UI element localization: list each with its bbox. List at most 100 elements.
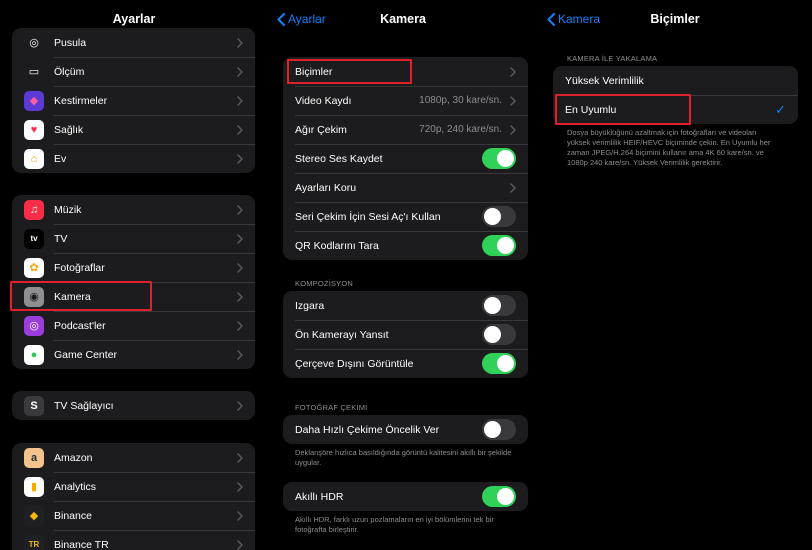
row-label: Ölçüm: [54, 65, 85, 78]
row-label: Binance TR: [54, 538, 109, 550]
binance-icon: ◆: [24, 505, 44, 526]
toggle-knob: [484, 421, 501, 438]
settings-item-olcum[interactable]: ▭ Ölçüm: [12, 57, 255, 86]
row-label: Pusula: [54, 36, 87, 49]
ruler-icon: ▭: [24, 61, 44, 82]
chevron-right-icon: [237, 510, 243, 521]
chevron-right-icon: [237, 204, 243, 215]
chevron-right-icon: [237, 320, 243, 331]
section-header-composition: KOMPOZİSYON: [295, 279, 354, 288]
settings-item-binance[interactable]: ◆ Binance: [12, 501, 255, 530]
row-label: Binance: [54, 509, 92, 522]
chevron-right-icon: [237, 400, 243, 411]
row-value: 1080p, 30 kare/sn.: [419, 95, 502, 106]
settings-item-ev[interactable]: ⌂ Ev: [12, 144, 255, 173]
tv-provider-icon: S: [24, 395, 44, 416]
settings-item-saglik[interactable]: ♥ Sağlık: [12, 115, 255, 144]
section-header-capture: KAMERA İLE YAKALAMA: [567, 54, 658, 63]
toggle-switch[interactable]: [482, 419, 516, 440]
row-label: QR Kodlarını Tara: [295, 239, 379, 252]
toggle-switch[interactable]: [482, 206, 516, 227]
camera-group-composition: Izgara Ön Kamerayı Yansıt Çerçeve Dışını G…: [283, 291, 528, 378]
toggle-switch[interactable]: [482, 295, 516, 316]
settings-pane: Ayarlar ◎ Pusula ▭ Ölçüm ◆ Kestirmeler ♥ Sağlık…: [0, 0, 268, 550]
settings-item-pusula[interactable]: ◎ Pusula: [12, 28, 255, 57]
camera-row-seri-cekim-icin-sesi-ac-i-kullan: Seri Çekim İçin Sesi Aç'ı Kullan: [283, 202, 528, 231]
row-label: Podcast'ler: [54, 319, 106, 332]
toggle-switch[interactable]: [482, 486, 516, 507]
camera-row-agir-cekim[interactable]: Ağır Çekim 720p, 240 kare/sn.: [283, 115, 528, 144]
toggle-switch[interactable]: [482, 235, 516, 256]
settings-group-utilities: ◎ Pusula ▭ Ölçüm ◆ Kestirmeler ♥ Sağlık ⌂ Ev: [12, 28, 255, 173]
settings-item-binance-tr[interactable]: TR Binance TR: [12, 530, 255, 550]
chevron-left-icon: [547, 12, 555, 26]
amazon-icon: a: [24, 447, 44, 468]
photos-icon: ✿: [24, 257, 44, 278]
toggle-knob: [497, 355, 514, 372]
toggle-switch[interactable]: [482, 353, 516, 374]
shortcuts-icon: ◆: [24, 90, 44, 111]
settings-item-analytics[interactable]: ▮ Analytics: [12, 472, 255, 501]
row-label: TV Sağlayıcı: [54, 399, 114, 412]
section-header-photo: FOTOĞRAF ÇEKİMİ: [295, 403, 368, 412]
kamera-highlight-box: [10, 281, 152, 311]
camera-group-photo: Daha Hızlı Çekime Öncelik Ver: [283, 415, 528, 444]
camera-row-izgara: Izgara: [283, 291, 528, 320]
settings-group-provider: S TV Sağlayıcı: [12, 391, 255, 420]
home-icon: ⌂: [24, 148, 44, 169]
settings-item-fotograflar[interactable]: ✿ Fotoğraflar: [12, 253, 255, 282]
row-label: Analytics: [54, 480, 97, 493]
row-label: Müzik: [54, 203, 82, 216]
chevron-right-icon: [237, 481, 243, 492]
row-label: TV: [54, 232, 68, 245]
back-button[interactable]: Ayarlar: [277, 12, 326, 26]
row-label: Kestirmeler: [54, 94, 108, 107]
footnote-hdr: Akıllı HDR, farklı uzun pozlamaların en …: [295, 515, 494, 534]
page-title: Ayarlar: [112, 12, 156, 26]
formats-footnote: Dosya büyüklüğünü azaltmak için fotoğraf…: [567, 128, 771, 167]
row-label: Amazon: [54, 451, 93, 464]
settings-item-muzik[interactable]: ♫ Müzik: [12, 195, 255, 224]
chevron-right-icon: [510, 182, 516, 193]
camera-row-video-kaydi[interactable]: Video Kaydı 1080p, 30 kare/sn.: [283, 86, 528, 115]
podcasts-icon: ◎: [24, 315, 44, 336]
camera-row-daha-hizli-cekime-oncelik-ver: Daha Hızlı Çekime Öncelik Ver: [283, 415, 528, 444]
settings-item-podcast-ler[interactable]: ◎ Podcast'ler: [12, 311, 255, 340]
camera-row-stereo-ses-kaydet: Stereo Ses Kaydet: [283, 144, 528, 173]
back-button[interactable]: Kamera: [547, 12, 600, 26]
page-title: Kamera: [380, 12, 426, 26]
row-label: Video Kaydı: [295, 94, 352, 107]
formats-navbar: Kamera Biçimler: [538, 0, 812, 38]
row-label: Stereo Ses Kaydet: [295, 152, 383, 165]
row-label: Ön Kamerayı Yansıt: [295, 328, 389, 341]
settings-item-kestirmeler[interactable]: ◆ Kestirmeler: [12, 86, 255, 115]
health-icon: ♥: [24, 119, 44, 140]
back-label: Kamera: [558, 12, 601, 26]
toggle-switch[interactable]: [482, 324, 516, 345]
toggle-knob: [497, 150, 514, 167]
camera-row-ayarlari-koru[interactable]: Ayarları Koru: [283, 173, 528, 202]
settings-item-tv[interactable]: tv TV: [12, 224, 255, 253]
chevron-right-icon: [510, 124, 516, 135]
row-label: Yüksek Verimlilik: [565, 74, 644, 87]
toggle-knob: [484, 297, 501, 314]
toggle-knob: [484, 208, 501, 225]
toggle-knob: [497, 237, 514, 254]
formats-pane: Kamera Biçimler KAMERA İLE YAKALAMA Yüks…: [538, 0, 812, 550]
camera-settings-pane: Ayarlar Kamera Biçimler Video Kaydı 1080p,…: [268, 0, 538, 550]
settings-item-game-center[interactable]: ● Game Center: [12, 340, 255, 369]
format-option-yuksek-verimlilik[interactable]: Yüksek Verimlilik: [553, 66, 798, 95]
analytics-icon: ▮: [24, 476, 44, 497]
settings-item-amazon[interactable]: a Amazon: [12, 443, 255, 472]
back-label: Ayarlar: [288, 12, 326, 26]
settings-item-tv-saglayici[interactable]: S TV Sağlayıcı: [12, 391, 255, 420]
game-center-icon: ●: [24, 344, 44, 365]
camera-row-akilli-hdr: Akıllı HDR: [283, 482, 528, 511]
toggle-switch[interactable]: [482, 148, 516, 169]
camera-group-main: Biçimler Video Kaydı 1080p, 30 kare/sn. Ağı…: [283, 57, 528, 260]
chevron-right-icon: [237, 95, 243, 106]
chevron-right-icon: [237, 66, 243, 77]
row-label: Ayarları Koru: [295, 181, 357, 194]
chevron-right-icon: [510, 95, 516, 106]
chevron-right-icon: [237, 349, 243, 360]
